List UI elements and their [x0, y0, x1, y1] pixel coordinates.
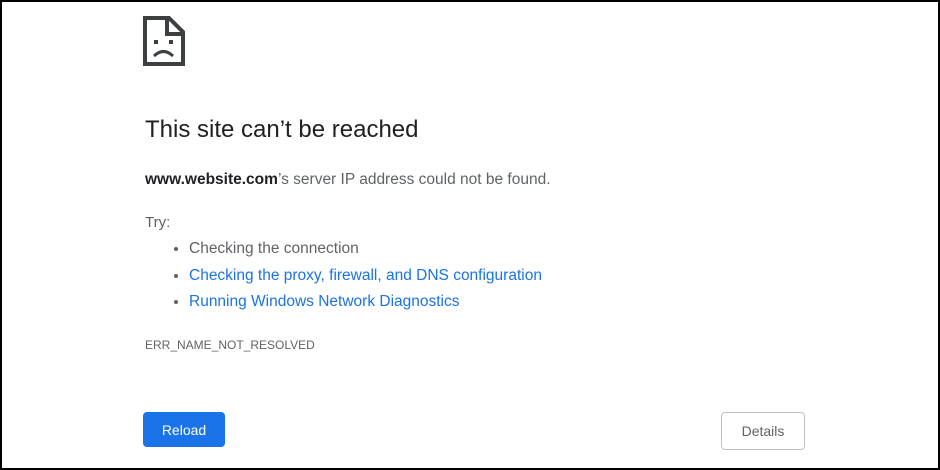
try-label: Try: — [145, 214, 171, 231]
browser-error-page: This site can’t be reached www.website.c… — [0, 0, 940, 470]
proxy-firewall-dns-link[interactable]: Checking the proxy, firewall, and DNS co… — [189, 267, 542, 284]
suggestion-item: Running Windows Network Diagnostics — [189, 291, 542, 318]
error-summary-text: ’s server IP address could not be found. — [277, 171, 551, 188]
error-code: ERR_NAME_NOT_RESOLVED — [145, 338, 315, 352]
suggestion-item: Checking the proxy, firewall, and DNS co… — [189, 265, 542, 292]
error-summary: www.website.com’s server IP address coul… — [145, 171, 551, 189]
suggestion-check-connection: Checking the connection — [189, 240, 359, 257]
reload-button[interactable]: Reload — [143, 412, 225, 447]
page-title: This site can’t be reached — [145, 116, 419, 143]
sad-document-icon — [143, 16, 185, 66]
host-name: www.website.com — [145, 171, 278, 188]
details-button[interactable]: Details — [721, 412, 805, 450]
suggestion-list: Checking the connection Checking the pro… — [145, 238, 542, 318]
network-diagnostics-link[interactable]: Running Windows Network Diagnostics — [189, 293, 460, 310]
suggestion-item: Checking the connection — [189, 238, 542, 265]
